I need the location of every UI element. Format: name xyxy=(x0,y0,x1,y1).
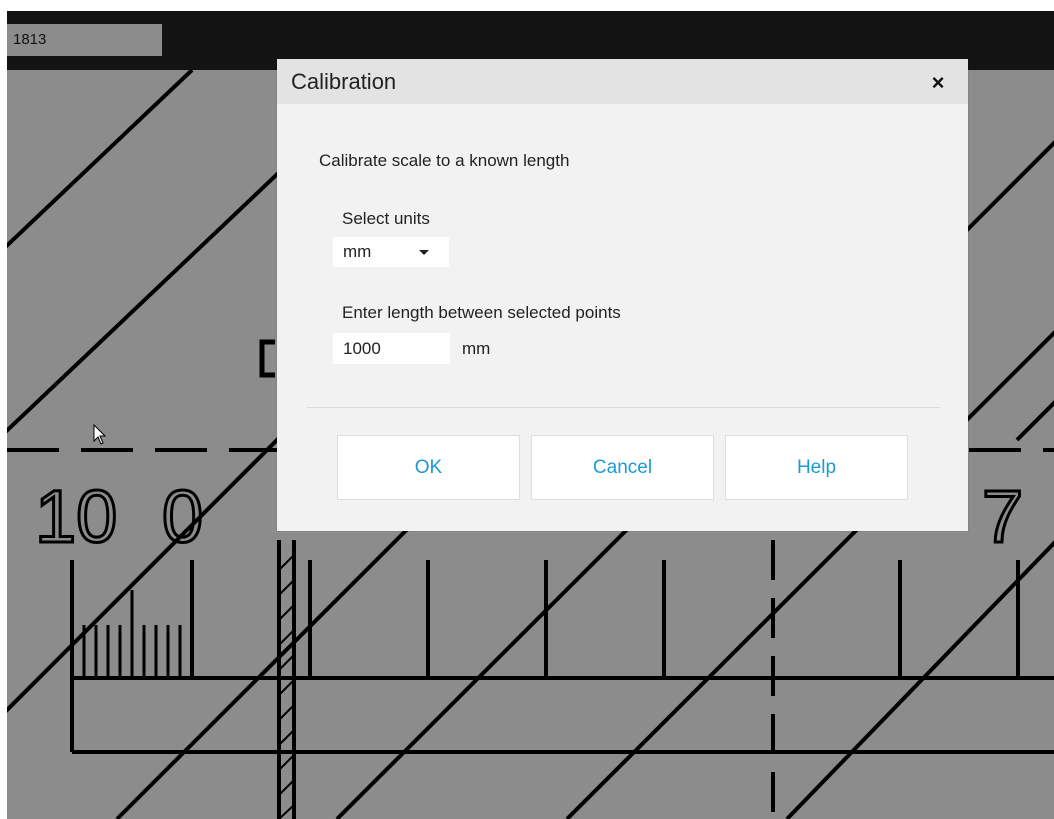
drawing-label: 10 xyxy=(35,475,117,558)
drawing-label: 0 xyxy=(162,475,203,558)
units-selected-value: mm xyxy=(343,242,372,261)
bracket-mark xyxy=(259,339,275,378)
length-unit-label: mm xyxy=(462,339,491,358)
mouse-pointer-icon xyxy=(93,423,107,451)
hatch-line xyxy=(7,70,194,249)
calibration-dialog: Calibration × Calibrate scale to a known… xyxy=(277,59,968,531)
dialog-subtitle: Calibrate scale to a known length xyxy=(319,151,570,170)
units-label: Select units xyxy=(342,209,430,228)
hatch-line xyxy=(1015,400,1054,442)
help-button[interactable]: Help xyxy=(725,435,908,500)
dialog-header[interactable]: Calibration × xyxy=(277,59,968,104)
dialog-title: Calibration xyxy=(291,69,397,94)
chevron-down-icon xyxy=(419,250,429,255)
units-select[interactable]: mm xyxy=(333,237,449,267)
hatch-line xyxy=(960,140,1054,237)
divider xyxy=(307,407,940,408)
length-input[interactable] xyxy=(333,333,450,364)
cancel-button[interactable]: Cancel xyxy=(531,435,714,500)
close-icon[interactable]: × xyxy=(928,72,948,94)
length-label: Enter length between selected points xyxy=(342,303,621,322)
ok-button[interactable]: OK xyxy=(337,435,520,500)
page-number-field[interactable]: 1813 xyxy=(7,24,162,56)
drawing-label: 7 xyxy=(982,475,1023,558)
